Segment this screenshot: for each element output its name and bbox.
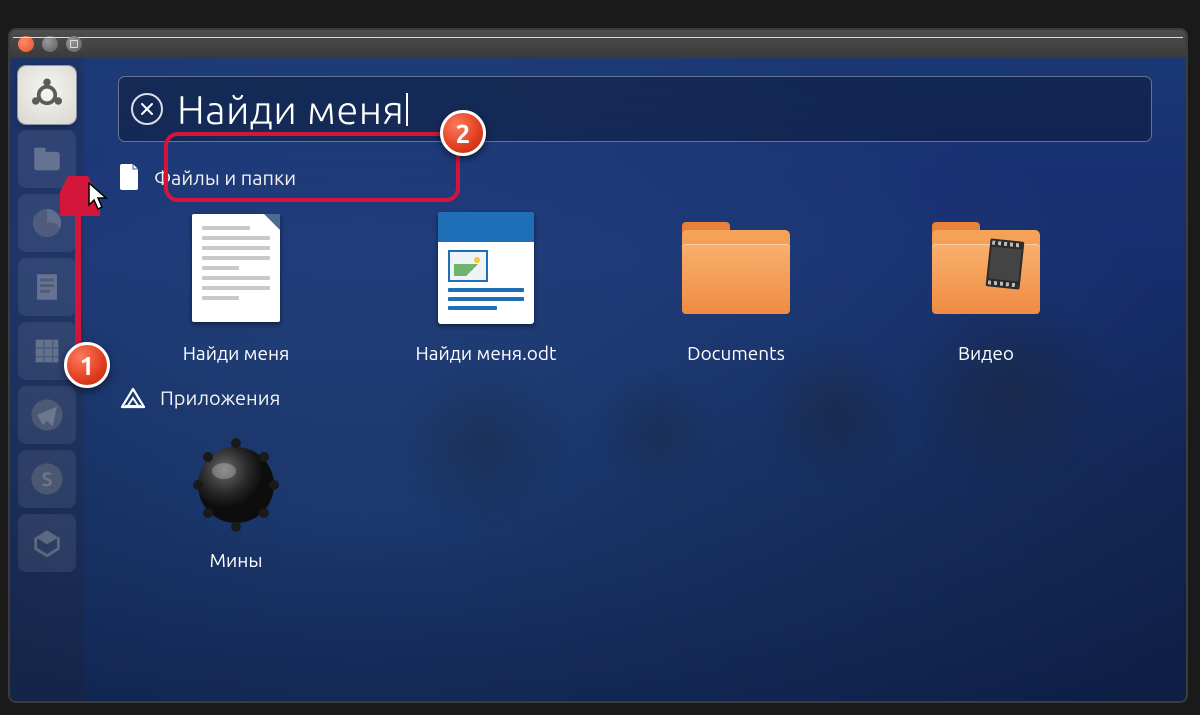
apps-section-title: Приложения bbox=[160, 386, 280, 409]
annotation-step-1: 1 bbox=[64, 342, 110, 388]
result-label: Видео bbox=[958, 342, 1014, 364]
svg-text:S: S bbox=[41, 468, 52, 490]
ubuntu-logo-icon bbox=[29, 77, 65, 113]
result-label: Найди меня.odt bbox=[416, 342, 557, 364]
folder-video-icon bbox=[932, 208, 1040, 328]
result-app-mines[interactable]: Мины bbox=[166, 427, 306, 571]
window-maximize-button[interactable] bbox=[66, 36, 82, 52]
text-document-icon bbox=[182, 208, 290, 328]
clear-search-button[interactable] bbox=[131, 93, 163, 125]
result-folder-video[interactable]: Видео bbox=[916, 208, 1056, 364]
folder-icon bbox=[682, 208, 790, 328]
close-icon bbox=[140, 102, 154, 116]
titlebar bbox=[10, 30, 1186, 58]
odt-document-icon bbox=[432, 208, 540, 328]
result-label: Documents bbox=[687, 342, 785, 364]
launcher-software[interactable] bbox=[18, 514, 76, 572]
result-file-text[interactable]: Найди меня bbox=[166, 208, 306, 364]
result-folder-documents[interactable]: Documents bbox=[666, 208, 806, 364]
mines-icon bbox=[182, 427, 290, 535]
annotation-step-2: 2 bbox=[440, 110, 486, 156]
window-close-button[interactable] bbox=[18, 36, 34, 52]
files-section-title: Файлы и папки bbox=[154, 166, 296, 189]
apps-results: Мины bbox=[118, 427, 1152, 571]
result-file-odt[interactable]: Найди меня.odt bbox=[416, 208, 556, 364]
launcher-skype[interactable]: S bbox=[18, 450, 76, 508]
file-icon bbox=[120, 164, 140, 190]
search-input[interactable]: Найди меня bbox=[177, 87, 404, 132]
apps-section-header: Приложения bbox=[120, 386, 1152, 409]
launcher-telegram[interactable] bbox=[18, 386, 76, 444]
dash-overlay: Найди меня Файлы и папки Найди меня bbox=[84, 58, 1186, 701]
result-label: Мины bbox=[210, 549, 263, 571]
result-label: Найди меня bbox=[183, 342, 290, 364]
desktop-area: S Найди меня Файлы и папки Найди bbox=[10, 58, 1186, 701]
search-bar[interactable]: Найди меня bbox=[118, 76, 1152, 142]
files-section-header: Файлы и папки bbox=[120, 164, 1152, 190]
apps-icon bbox=[120, 387, 146, 409]
launcher-dash-home[interactable] bbox=[18, 66, 76, 124]
cursor-icon bbox=[88, 182, 110, 212]
window-minimize-button[interactable] bbox=[42, 36, 58, 52]
files-results: Найди меня Найди меня.odt Documents bbox=[118, 208, 1152, 364]
window-frame: S Найди меня Файлы и папки Найди bbox=[8, 28, 1188, 703]
